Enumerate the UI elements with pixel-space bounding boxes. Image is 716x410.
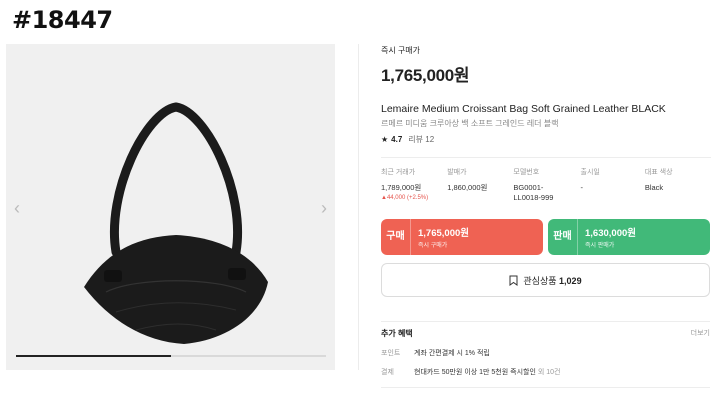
rating-score: 4.7 (391, 135, 403, 144)
buy-label: 구매 (381, 219, 411, 256)
gallery-progress-fill (16, 355, 171, 357)
product-price: 1,765,000원 (381, 66, 470, 85)
product-image-gallery[interactable]: ‹ › (6, 44, 335, 370)
product-info: 즉시 구매가 1,765,000원 Lemaire Medium Croissa… (381, 44, 711, 389)
benefits-more-link[interactable]: 더보기 (691, 328, 710, 339)
spec-recent-price: 최근 거래가 1,789,000원 ▲44,000 (+2.5%) (381, 167, 447, 203)
benefit-label: 결제 (381, 369, 394, 377)
review-count[interactable]: 리뷰 12 (408, 134, 434, 145)
benefit-row-payment: 결제 현대카드 50만원 이상 1만 5천원 즉시할인 외 10건 (381, 367, 710, 377)
benefit-value: 현대카드 50만원 이상 1만 5천원 즉시할인 (414, 369, 536, 377)
section-divider (381, 387, 710, 389)
spec-release-date: 출시일 - (581, 167, 645, 203)
price-change: ▲44,000 (+2.5%) (381, 195, 429, 202)
chevron-right-icon[interactable]: › (321, 199, 327, 217)
wishlist-label: 관심상품 1,029 (523, 274, 581, 287)
product-image (84, 102, 268, 344)
sell-note: 즉시 판매가 (585, 243, 615, 250)
wishlist-count: 1,029 (559, 275, 582, 286)
trade-actions: 구매 1,765,000원 즉시 구매가 판매 1,630,000원 즉시 판매… (381, 219, 711, 256)
spec-label: 대표 색상 (644, 169, 673, 176)
spec-value: 1,860,000원 (447, 183, 488, 192)
spec-label: 출시일 (580, 169, 600, 176)
product-specs: 최근 거래가 1,789,000원 ▲44,000 (+2.5%) 발매가 1,… (381, 157, 711, 203)
listing-number: #18447 (12, 6, 113, 34)
buy-price: 1,765,000원 (418, 228, 470, 240)
buy-button[interactable]: 구매 1,765,000원 즉시 구매가 (381, 219, 543, 256)
benefit-label: 포인트 (381, 350, 401, 358)
gallery-progress-bar (16, 355, 326, 357)
rating[interactable]: ★ 4.7 리뷰 12 (381, 134, 711, 145)
benefit-extra: 외 10건 (537, 369, 561, 377)
wishlist-button[interactable]: 관심상품 1,029 (381, 263, 710, 298)
benefits-title: 추가 혜택 (381, 329, 413, 339)
spec-label: 최근 거래가 (381, 169, 416, 176)
buy-now-label: 즉시 구매가 (381, 46, 421, 55)
spec-value: 1,789,000원 (381, 183, 422, 192)
buy-note: 즉시 구매가 (418, 243, 448, 250)
chevron-left-icon[interactable]: ‹ (14, 199, 20, 217)
spec-value: BG0001- LL0018-999 (513, 183, 554, 203)
spec-color: 대표 색상 Black (645, 167, 711, 203)
wishlist-text: 관심상품 (523, 275, 557, 286)
benefit-value: 계좌 간편결제 시 1% 적립 (414, 350, 490, 358)
product-subtitle: 르메르 미디움 크루아상 백 소프트 그레인드 레더 블랙 (381, 119, 559, 128)
spec-model-number: 모델번호 BG0001- LL0018-999 (513, 167, 580, 203)
bookmark-icon (509, 275, 518, 286)
spec-release-price: 발매가 1,860,000원 (447, 167, 513, 203)
sell-button[interactable]: 판매 1,630,000원 즉시 판매가 (548, 219, 710, 256)
spec-label: 발매가 (447, 169, 467, 176)
product-title: Lemaire Medium Croissant Bag Soft Graine… (381, 103, 666, 115)
benefit-row-points: 포인트 계좌 간편결제 시 1% 적립 (381, 348, 710, 358)
extra-benefits: 추가 혜택 더보기 포인트 계좌 간편결제 시 1% 적립 결제 현대카드 50… (381, 321, 710, 389)
spec-value: Black (644, 183, 664, 192)
spec-label: 모델번호 (513, 169, 540, 176)
spec-value: - (580, 183, 584, 192)
sell-label: 판매 (548, 219, 578, 256)
panel-divider (358, 44, 359, 370)
sell-price: 1,630,000원 (585, 228, 637, 240)
star-icon: ★ (381, 135, 389, 144)
